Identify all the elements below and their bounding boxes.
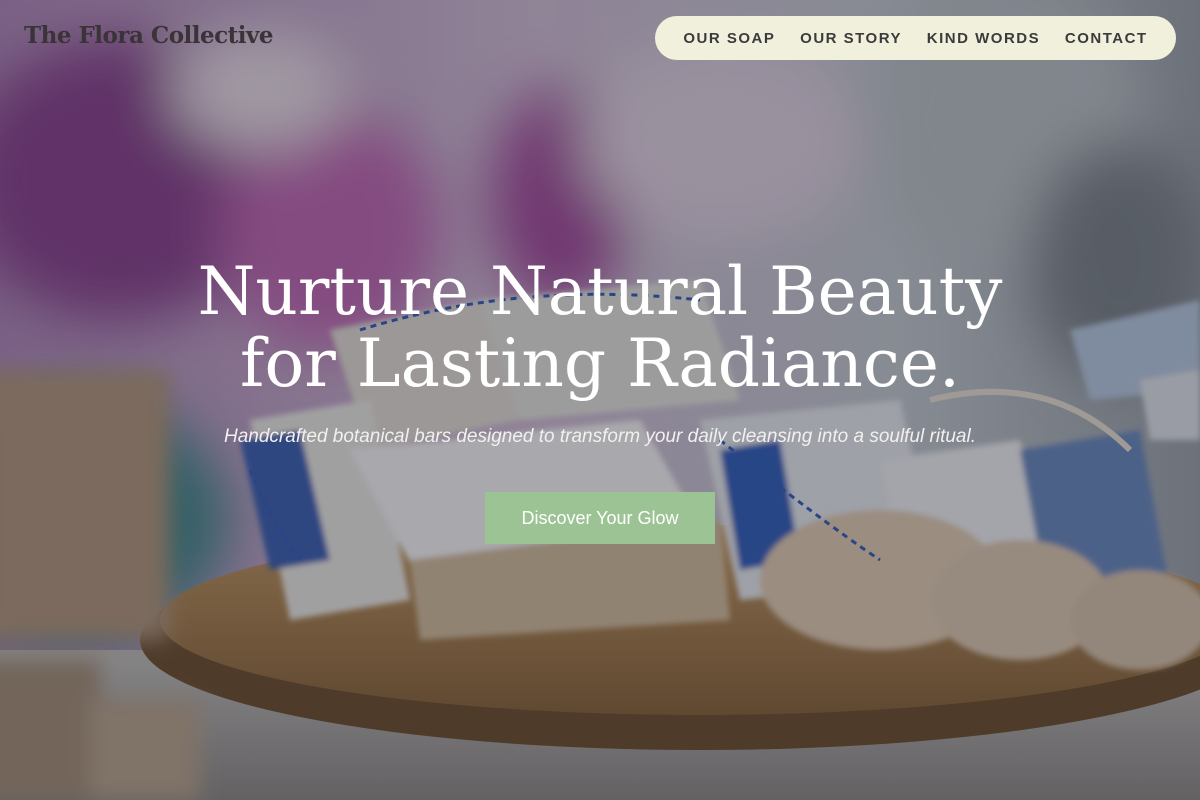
discover-your-glow-button[interactable]: Discover Your Glow [485, 492, 715, 544]
brand-logo-text[interactable]: The Flora Collective [24, 22, 274, 49]
nav-item-our-story[interactable]: OUR STORY [800, 30, 902, 47]
hero-headline-line-1: Nurture Natural Beauty [197, 253, 1003, 330]
nav-item-contact[interactable]: CONTACT [1065, 30, 1148, 47]
main-navigation: OUR SOAP OUR STORY KIND WORDS CONTACT [655, 16, 1176, 60]
hero-headline: Nurture Natural Beauty for Lasting Radia… [0, 256, 1200, 400]
nav-item-kind-words[interactable]: KIND WORDS [927, 30, 1040, 47]
hero-headline-line-2: for Lasting Radiance. [240, 325, 960, 402]
nav-item-our-soap[interactable]: OUR SOAP [683, 30, 775, 47]
hero-subtitle: Handcrafted botanical bars designed to t… [224, 426, 976, 447]
